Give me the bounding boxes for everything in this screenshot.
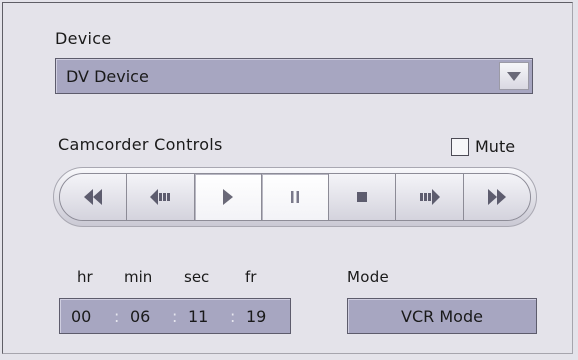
timecode-fr-label: fr: [245, 268, 257, 286]
mute-label: Mute: [475, 137, 516, 156]
mute-checkbox[interactable]: Mute: [451, 137, 515, 156]
timecode-separator: :: [114, 307, 120, 326]
fast-forward-button[interactable]: [463, 174, 530, 220]
play-icon: [222, 189, 233, 205]
rewind-button[interactable]: [60, 174, 128, 220]
chevron-down-icon: [507, 71, 521, 81]
timecode-separator: :: [230, 307, 236, 326]
stop-icon: [357, 192, 368, 202]
mute-checkbox-box[interactable]: [451, 137, 469, 156]
camcorder-panel: Device DV Device Camcorder Controls Mute: [2, 2, 573, 354]
timecode-hr-value: 00: [71, 307, 92, 326]
timecode-hr-label: hr: [77, 268, 93, 286]
pause-icon: [290, 191, 299, 203]
step-forward-icon: [419, 189, 440, 205]
stop-button[interactable]: [329, 174, 397, 220]
dropdown-arrow-button[interactable]: [499, 62, 529, 90]
timecode-min-label: min: [124, 268, 153, 286]
step-back-button[interactable]: [127, 174, 195, 220]
step-forward-button[interactable]: [396, 174, 464, 220]
camcorder-controls-label: Camcorder Controls: [58, 135, 223, 154]
mode-value: VCR Mode: [401, 306, 483, 326]
rewind-icon: [84, 189, 103, 205]
pause-button[interactable]: [261, 174, 330, 220]
play-button[interactable]: [194, 174, 262, 220]
timecode-fr-value: 19: [246, 307, 267, 326]
device-selected-value: DV Device: [66, 67, 149, 86]
timecode-sec-label: sec: [184, 268, 210, 286]
step-back-icon: [150, 189, 171, 205]
timecode-min-value: 06: [130, 307, 151, 326]
device-label: Device: [55, 29, 112, 48]
mode-display: VCR Mode: [347, 298, 537, 334]
timecode-sec-value: 11: [188, 307, 209, 326]
fast-forward-icon: [487, 189, 506, 205]
mode-label: Mode: [347, 268, 390, 286]
transport-control-bar: [53, 167, 537, 227]
timecode-separator: :: [172, 307, 178, 326]
timecode-display: 00 : 06 : 11 : 19: [59, 298, 291, 334]
device-dropdown[interactable]: DV Device: [55, 58, 533, 94]
transport-buttons: [59, 173, 531, 221]
